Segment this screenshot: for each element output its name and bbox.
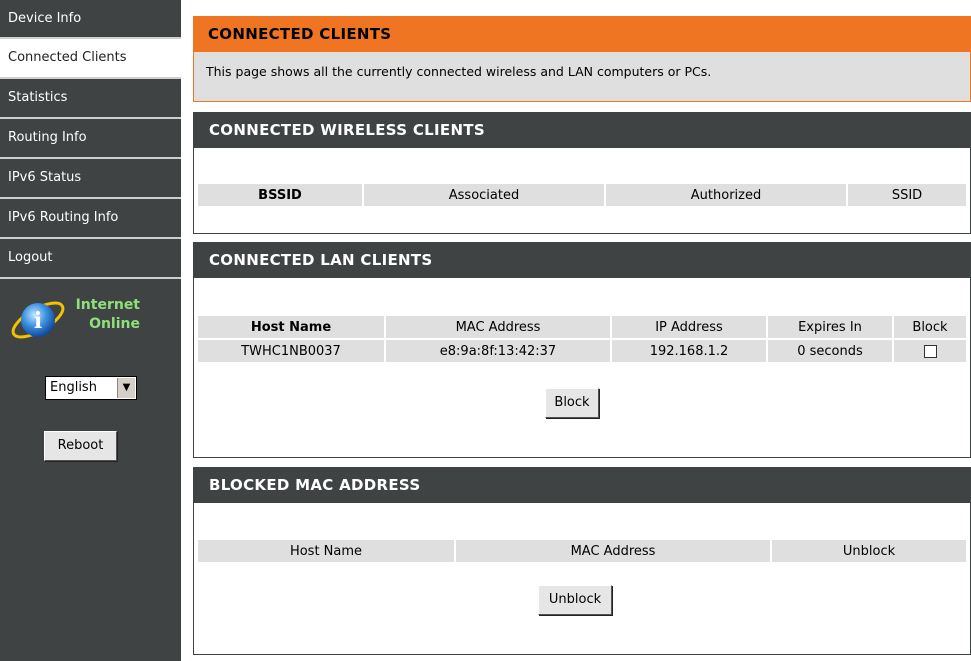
col-host-name: Host Name: [198, 540, 454, 562]
unblock-button[interactable]: Unblock: [538, 585, 612, 615]
blocked-mac-table: Host Name MAC Address Unblock: [196, 538, 968, 564]
table-row: TWHC1NB0037 e8:9a:8f:13:42:37 192.168.1.…: [198, 340, 966, 362]
status-line-online: Online: [89, 316, 140, 332]
internet-online-icon: i: [11, 301, 65, 339]
status-line-internet: Internet: [75, 297, 140, 313]
wireless-clients-table: BSSID Associated Authorized SSID: [196, 182, 968, 208]
wireless-clients-section: CONNECTED WIRELESS CLIENTS BSSID Associa…: [193, 112, 971, 234]
connected-clients-section: CONNECTED CLIENTS This page shows all th…: [193, 16, 971, 102]
blocked-section-title: BLOCKED MAC ADDRESS: [194, 467, 970, 503]
sidebar-item-ipv6-routing-info[interactable]: IPv6 Routing Info: [0, 199, 181, 239]
col-mac-address: MAC Address: [386, 316, 610, 338]
cell-ip-address: 192.168.1.2: [612, 340, 766, 362]
lan-section-title: CONNECTED LAN CLIENTS: [194, 242, 970, 278]
col-unblock: Unblock: [772, 540, 966, 562]
block-checkbox[interactable]: [923, 344, 937, 358]
cell-host-name: TWHC1NB0037: [198, 340, 384, 362]
svg-text:i: i: [34, 308, 42, 334]
sidebar: Device Info Connected Clients Statistics…: [0, 0, 181, 661]
col-ssid: SSID: [848, 184, 966, 206]
cell-block: [894, 340, 966, 362]
wireless-section-title: CONNECTED WIRELESS CLIENTS: [194, 112, 970, 148]
sidebar-item-ipv6-status[interactable]: IPv6 Status: [0, 159, 181, 199]
block-button[interactable]: Block: [545, 388, 599, 418]
gutter: [181, 0, 193, 661]
col-authorized: Authorized: [606, 184, 846, 206]
table-header-row: BSSID Associated Authorized SSID: [198, 184, 966, 206]
sidebar-item-statistics[interactable]: Statistics: [0, 79, 181, 119]
cell-expires-in: 0 seconds: [768, 340, 892, 362]
page-description: This page shows all the currently connec…: [206, 64, 712, 79]
col-associated: Associated: [364, 184, 604, 206]
chevron-down-icon[interactable]: ▼: [117, 378, 135, 398]
sidebar-item-routing-info[interactable]: Routing Info: [0, 119, 181, 159]
language-select-value: English: [50, 380, 97, 395]
cell-mac-address: e8:9a:8f:13:42:37: [386, 340, 610, 362]
sidebar-item-connected-clients[interactable]: Connected Clients: [0, 39, 181, 79]
col-host-name: Host Name: [198, 316, 384, 338]
blocked-mac-section: BLOCKED MAC ADDRESS Host Name MAC Addres…: [193, 467, 971, 655]
lan-clients-section: CONNECTED LAN CLIENTS Host Name MAC Addr…: [193, 242, 971, 458]
lan-clients-table: Host Name MAC Address IP Address Expires…: [196, 314, 968, 364]
page-title: CONNECTED CLIENTS: [193, 16, 971, 52]
col-block: Block: [894, 316, 966, 338]
reboot-button[interactable]: Reboot: [44, 431, 117, 461]
col-expires-in: Expires In: [768, 316, 892, 338]
table-header-row: Host Name MAC Address IP Address Expires…: [198, 316, 966, 338]
col-bssid: BSSID: [198, 184, 362, 206]
table-header-row: Host Name MAC Address Unblock: [198, 540, 966, 562]
internet-status: i Internet Online: [8, 290, 178, 350]
col-ip-address: IP Address: [612, 316, 766, 338]
col-mac-address: MAC Address: [456, 540, 770, 562]
language-select[interactable]: English ▼: [45, 376, 137, 400]
sidebar-item-logout[interactable]: Logout: [0, 239, 181, 279]
sidebar-item-device-info[interactable]: Device Info: [0, 0, 181, 39]
